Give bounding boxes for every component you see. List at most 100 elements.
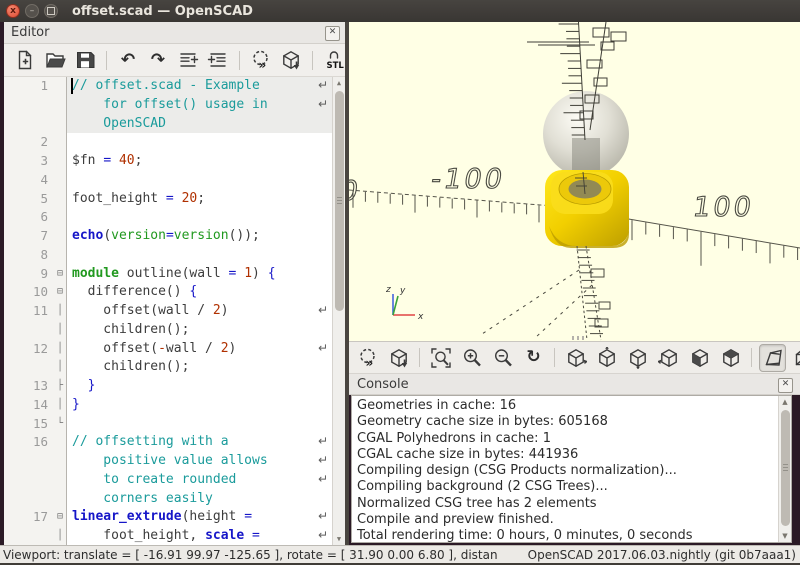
wrap-indicator-icon: ↵ xyxy=(318,509,328,523)
redo-button[interactable]: ↷ xyxy=(146,48,170,72)
svg-text:100: 100 xyxy=(691,192,756,223)
code-row[interactable]: 3$fn = 40; xyxy=(4,152,345,171)
code-row[interactable]: 1// offset.scad - Example↵ xyxy=(4,77,345,96)
scroll-up-icon[interactable]: ▲ xyxy=(333,79,345,87)
code-row[interactable]: 2 xyxy=(4,133,345,152)
3d-scene[interactable]: -100 100 0 x y z xyxy=(349,22,800,341)
undo-button[interactable]: ↶ xyxy=(116,48,140,72)
fold-marker: └ xyxy=(54,415,67,434)
code-row[interactable]: 13├ } xyxy=(4,377,345,396)
preview-button[interactable]: » xyxy=(249,48,273,72)
code-row[interactable]: for offset() usage in↵ xyxy=(4,96,345,115)
3d-viewport[interactable]: -100 100 0 x y z xyxy=(349,22,800,341)
code-text: children(); xyxy=(67,358,189,377)
indent-button[interactable] xyxy=(206,48,230,72)
code-text: offset(wall / 2) xyxy=(67,302,229,321)
code-row[interactable]: 6 xyxy=(4,208,345,227)
titlebar[interactable]: x – offset.scad — OpenSCAD xyxy=(0,0,800,22)
fold-marker xyxy=(54,152,67,171)
zoom-in-button[interactable] xyxy=(458,344,485,372)
code-row[interactable]: 16// offsetting with a↵ xyxy=(4,433,345,452)
line-number: 1 xyxy=(4,77,54,96)
window-minimize-button[interactable]: – xyxy=(25,4,39,18)
code-row[interactable]: to create rounded↵ xyxy=(4,471,345,490)
console-scrollbar-thumb[interactable] xyxy=(781,410,790,526)
window-close-button[interactable]: x xyxy=(6,4,20,18)
code-row[interactable]: 14│} xyxy=(4,396,345,415)
render-button[interactable] xyxy=(385,344,412,372)
perspective-button[interactable] xyxy=(759,344,786,372)
code-row[interactable]: 11│ offset(wall / 2)↵ xyxy=(4,302,345,321)
unindent-button[interactable] xyxy=(176,48,200,72)
view-left-button[interactable] xyxy=(655,344,682,372)
scroll-up-icon[interactable]: ▲ xyxy=(779,398,791,406)
code-row[interactable]: 5foot_height = 20; xyxy=(4,190,345,209)
wrap-indicator-icon: ↵ xyxy=(318,453,328,467)
fold-marker: │ xyxy=(54,321,67,340)
render-button[interactable] xyxy=(279,48,303,72)
view-bottom-button[interactable] xyxy=(624,344,651,372)
code-row[interactable]: 12│ offset(-wall / 2)↵ xyxy=(4,340,345,359)
console-panel-title: Console xyxy=(357,377,409,392)
code-editor[interactable]: 1// offset.scad - Example↵ for offset() … xyxy=(4,77,345,545)
code-row[interactable]: 17⊟linear_extrude(height =↵ xyxy=(4,508,345,527)
svg-text:-100: -100 xyxy=(429,164,508,195)
fold-marker xyxy=(54,471,67,490)
view-right-icon xyxy=(565,347,587,369)
fold-marker[interactable]: ⊟ xyxy=(54,508,67,527)
fold-marker xyxy=(54,490,67,509)
code-row[interactable]: │ children(); xyxy=(4,358,345,377)
editor-close-icon[interactable]: ✕ xyxy=(325,26,340,41)
svg-text:y: y xyxy=(399,286,406,296)
view-top-button[interactable] xyxy=(593,344,620,372)
code-row[interactable]: │ children(); xyxy=(4,321,345,340)
open-file-button[interactable] xyxy=(43,48,67,72)
editor-scrollbar-thumb[interactable] xyxy=(335,91,344,311)
zoom-all-button[interactable] xyxy=(427,344,454,372)
console-log[interactable]: Geometries in cache: 16Geometry cache si… xyxy=(351,395,792,543)
view-front-button[interactable] xyxy=(686,344,713,372)
splitter-handle[interactable] xyxy=(572,336,586,340)
code-row[interactable]: 10⊟ difference() { xyxy=(4,283,345,302)
line-number: 8 xyxy=(4,246,54,265)
fold-marker: │ xyxy=(54,340,67,359)
save-icon xyxy=(74,49,96,71)
fold-marker[interactable]: ⊟ xyxy=(54,283,67,302)
code-row[interactable]: positive value allows↵ xyxy=(4,452,345,471)
line-number: 14 xyxy=(4,396,54,415)
orthogonal-icon xyxy=(793,347,800,369)
zoom-out-button[interactable] xyxy=(489,344,516,372)
code-row[interactable]: │ foot_height, scale =↵ xyxy=(4,527,345,545)
line-number xyxy=(4,471,54,490)
line-number: 15 xyxy=(4,415,54,434)
code-row[interactable]: 4 xyxy=(4,171,345,190)
console-scrollbar[interactable]: ▲ ▼ xyxy=(778,396,791,542)
orthogonal-button[interactable] xyxy=(790,344,800,372)
editor-scrollbar[interactable]: ▲ ▼ xyxy=(332,77,345,545)
code-row[interactable]: 9⊟module outline(wall = 1) { xyxy=(4,265,345,284)
wrap-indicator-icon: ↵ xyxy=(318,97,328,111)
view-right-button[interactable] xyxy=(562,344,589,372)
code-row[interactable]: 7echo(version=version()); xyxy=(4,227,345,246)
scroll-down-icon[interactable]: ▼ xyxy=(333,535,345,543)
reset-view-button[interactable]: ↻ xyxy=(520,344,547,372)
scroll-down-icon[interactable]: ▼ xyxy=(779,532,791,540)
viewport-status-text: Viewport: translate = [ -16.91 99.97 -12… xyxy=(0,548,528,562)
view-back-button[interactable] xyxy=(717,344,744,372)
editor-panel-title: Editor xyxy=(11,25,49,40)
window-maximize-button[interactable] xyxy=(44,4,58,18)
new-file-button[interactable] xyxy=(13,48,37,72)
export-stl-button[interactable]: STL xyxy=(322,48,346,72)
save-button[interactable] xyxy=(73,48,97,72)
fold-marker[interactable]: ⊟ xyxy=(54,265,67,284)
code-row[interactable]: 15└ xyxy=(4,415,345,434)
line-number: 11 xyxy=(4,302,54,321)
code-row[interactable]: corners easily xyxy=(4,490,345,509)
code-row[interactable]: 8 xyxy=(4,246,345,265)
code-text: echo(version=version()); xyxy=(67,227,260,246)
console-close-icon[interactable]: ✕ xyxy=(778,378,793,393)
zoom-out-icon xyxy=(492,347,514,369)
preview-button[interactable]: » xyxy=(354,344,381,372)
code-text: corners easily xyxy=(67,490,213,509)
code-row[interactable]: OpenSCAD xyxy=(4,115,345,134)
